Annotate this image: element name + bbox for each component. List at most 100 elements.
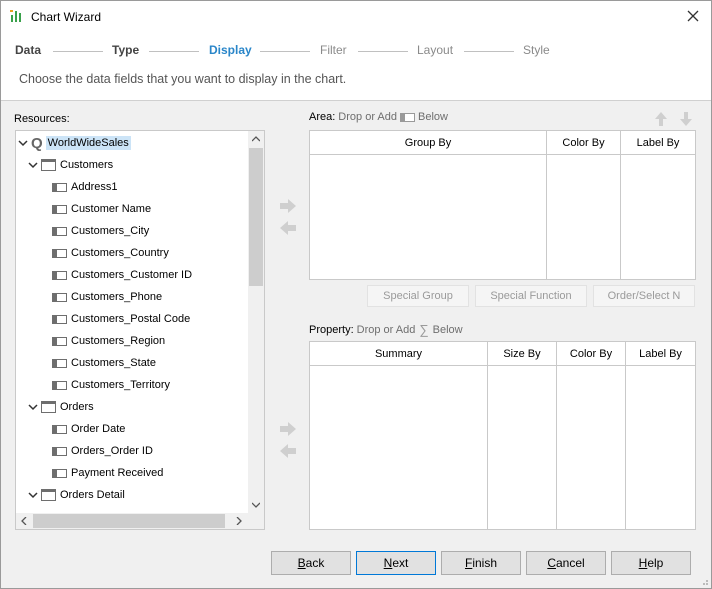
scroll-down-icon[interactable]: [252, 502, 260, 508]
finish-button[interactable]: Finish: [441, 551, 521, 575]
tree-node-label: Payment Received: [71, 467, 164, 479]
field-icon: [52, 248, 67, 258]
tree-table-node[interactable]: Customers: [28, 155, 113, 175]
field-icon: [52, 446, 67, 456]
move-up-icon[interactable]: [653, 111, 669, 127]
move-down-icon[interactable]: [678, 111, 694, 127]
area-label-row: Area: Drop or Add Below: [309, 111, 448, 123]
tree-table-node[interactable]: Orders: [28, 397, 94, 417]
add-to-area-arrow-icon[interactable]: [280, 199, 296, 213]
tree-field-node[interactable]: Customers_City: [52, 221, 149, 241]
area-hint-post: Below: [418, 111, 448, 123]
tree-field-node[interactable]: Customer Name: [52, 199, 151, 219]
step-data[interactable]: Data: [15, 43, 41, 57]
chevron-down-icon[interactable]: [18, 138, 28, 148]
field-icon: [52, 424, 67, 434]
chart-wizard-dialog: Chart Wizard Data Type Display Filter La…: [0, 0, 712, 589]
property-column-label-by[interactable]: Label By: [626, 342, 695, 529]
next-button[interactable]: Next: [356, 551, 436, 575]
tree-node-label: Customers_State: [71, 357, 156, 369]
property-column-summary[interactable]: Summary: [310, 342, 488, 529]
property-label-row: Property: Drop or Add ∑ Below: [309, 322, 463, 337]
help-button[interactable]: Help: [611, 551, 691, 575]
cancel-button[interactable]: Cancel: [526, 551, 606, 575]
back-button[interactable]: Back: [271, 551, 351, 575]
chevron-down-icon[interactable]: [28, 490, 38, 500]
field-icon: [52, 358, 67, 368]
scrollbar-corner: [248, 513, 264, 529]
resize-grip-icon[interactable]: [699, 576, 709, 586]
tree-node-label: Orders: [60, 401, 94, 413]
tree-field-node[interactable]: Customers_Country: [52, 243, 169, 263]
field-icon: [52, 380, 67, 390]
field-icon: [52, 226, 67, 236]
scroll-up-icon[interactable]: [252, 136, 260, 142]
area-grid[interactable]: Group By Color By Label By: [309, 130, 696, 280]
tree-node-label: Customers_City: [71, 225, 150, 237]
scroll-left-icon[interactable]: [21, 517, 27, 525]
tree-field-node[interactable]: Customers_Postal Code: [52, 309, 190, 329]
step-divider: [53, 51, 103, 52]
tree-field-node[interactable]: Address1: [52, 177, 117, 197]
tree-table-node[interactable]: Orders Detail: [28, 485, 125, 505]
table-icon: [41, 489, 56, 501]
tree-horizontal-scrollbar[interactable]: [16, 513, 248, 529]
tree-node-label: Orders Detail: [60, 489, 125, 501]
special-function-button[interactable]: Special Function: [475, 285, 587, 307]
tree-node-label: Customers_Postal Code: [71, 313, 191, 325]
property-column-size-by[interactable]: Size By: [488, 342, 557, 529]
property-column-color-by[interactable]: Color By: [557, 342, 626, 529]
tree-root-label: WorldWideSales: [45, 136, 131, 150]
tree-vertical-scrollbar[interactable]: [248, 131, 264, 514]
property-header-color-by: Color By: [557, 342, 625, 366]
tree-field-node[interactable]: Customers_Customer ID: [52, 265, 192, 285]
order-select-n-button[interactable]: Order/Select N: [593, 285, 695, 307]
step-type[interactable]: Type: [112, 43, 139, 57]
chart-wizard-app-icon: [10, 10, 21, 22]
tree-node-label: Customers_Territory: [71, 379, 171, 391]
special-group-button[interactable]: Special Group: [367, 285, 469, 307]
tree-node-label: Address1: [71, 181, 118, 193]
table-icon: [41, 159, 56, 171]
step-divider: [358, 51, 408, 52]
remove-from-area-arrow-icon[interactable]: [280, 221, 296, 235]
area-column-group-by[interactable]: Group By: [310, 131, 547, 279]
tree-node-label: Customers_Phone: [71, 291, 163, 303]
close-button[interactable]: [683, 6, 703, 26]
tree-root[interactable]: Q WorldWideSales: [18, 133, 131, 153]
area-column-color-by[interactable]: Color By: [547, 131, 621, 279]
chevron-down-icon[interactable]: [28, 160, 38, 170]
step-divider: [149, 51, 199, 52]
property-header-size-by: Size By: [488, 342, 556, 366]
field-icon: [52, 468, 67, 478]
resources-label: Resources:: [14, 113, 70, 125]
query-icon: Q: [31, 134, 43, 152]
tree-field-node[interactable]: Customers_Territory: [52, 375, 170, 395]
tree-horizontal-thumb[interactable]: [33, 514, 225, 528]
resources-tree[interactable]: Q WorldWideSales Customers Address1 Custom…: [15, 130, 265, 530]
area-header-color-by: Color By: [547, 131, 620, 155]
title-bar: Chart Wizard: [1, 1, 711, 32]
tree-viewport: Q WorldWideSales Customers Address1 Custom…: [16, 131, 248, 514]
area-column-label-by[interactable]: Label By: [621, 131, 695, 279]
remove-from-property-arrow-icon[interactable]: [280, 444, 296, 458]
tree-vertical-thumb[interactable]: [249, 148, 263, 286]
tree-field-node[interactable]: Payment Received: [52, 463, 163, 483]
add-to-property-arrow-icon[interactable]: [280, 422, 296, 436]
area-hint-pre: Drop or Add: [338, 111, 397, 123]
step-divider: [260, 51, 310, 52]
chevron-down-icon[interactable]: [28, 402, 38, 412]
step-display[interactable]: Display: [209, 43, 252, 57]
property-header-summary: Summary: [310, 342, 487, 366]
tree-field-node[interactable]: Customers_Phone: [52, 287, 162, 307]
tree-node-label: Order Date: [71, 423, 126, 435]
tree-field-node[interactable]: Orders_Order ID: [52, 441, 153, 461]
tree-field-node[interactable]: Customers_State: [52, 353, 156, 373]
area-label: Area:: [309, 111, 336, 123]
scroll-right-icon[interactable]: [236, 517, 242, 525]
property-hint-post: Below: [432, 323, 463, 336]
tree-node-label: Customer Name: [71, 203, 152, 215]
property-grid[interactable]: Summary Size By Color By Label By: [309, 341, 696, 530]
tree-field-node[interactable]: Order Date: [52, 419, 125, 439]
tree-field-node[interactable]: Customers_Region: [52, 331, 165, 351]
